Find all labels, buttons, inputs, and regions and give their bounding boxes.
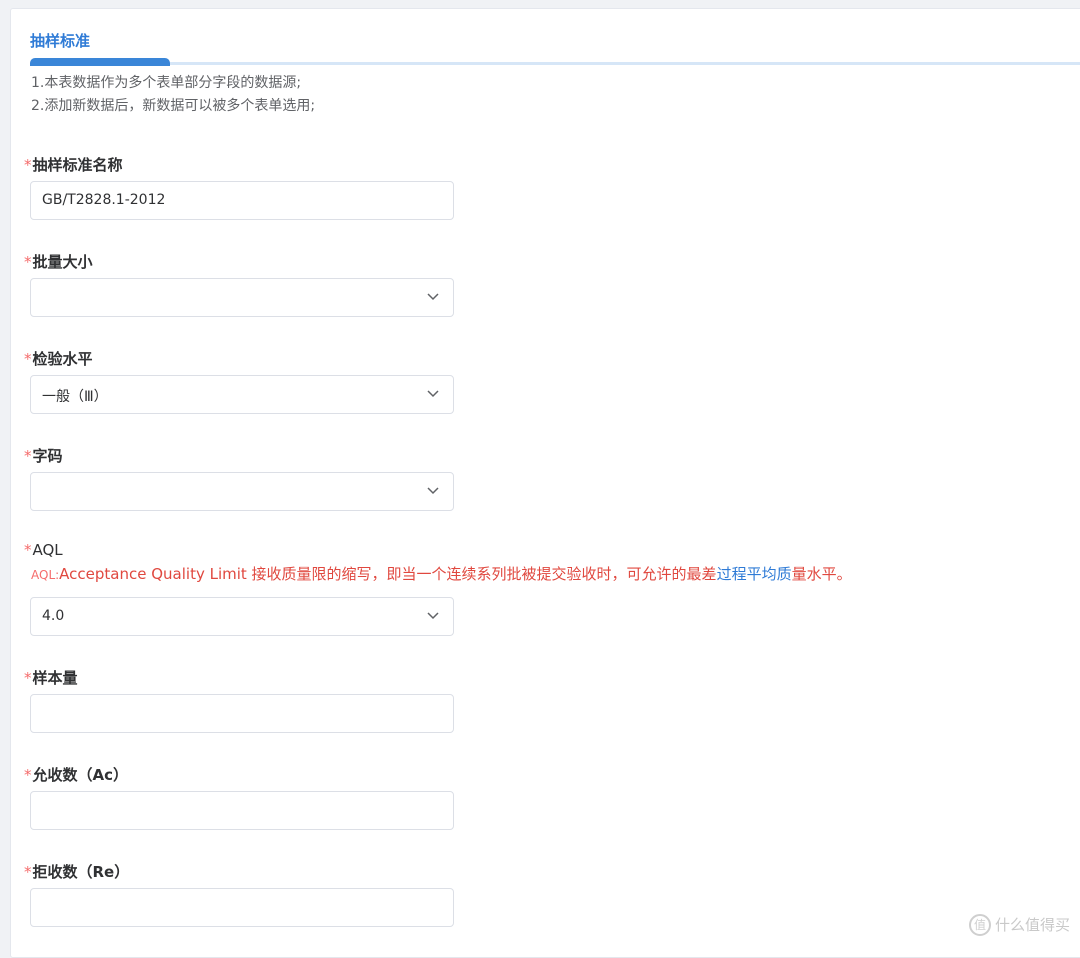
required-mark: * [24,766,32,784]
required-mark: * [24,253,32,271]
watermark-logo-icon: 值 [969,914,991,936]
standard-name-label: *抽样标准名称 [24,154,123,175]
reject-number-label: *拒收数（Re） [24,861,129,882]
chevron-down-icon [425,482,441,498]
accept-number-label-text: 允收数（Ac） [33,766,129,784]
chevron-down-icon [425,288,441,304]
aql-label-text: AQL [33,541,63,559]
inspection-level-select[interactable]: 一般（Ⅲ） [30,375,454,414]
standard-name-input[interactable]: GB/T2828.1-2012 [30,181,454,220]
reject-number-label-text: 拒收数（Re） [33,863,130,881]
aql-select[interactable]: 4.0 [30,597,454,636]
required-mark: * [24,541,32,559]
inspection-level-value: 一般（Ⅲ） [42,386,108,406]
watermark-text: 什么值得买 [995,916,1070,934]
accept-number-input[interactable] [30,791,454,830]
aql-value: 4.0 [42,608,64,624]
aql-description-main: Acceptance Quality Limit 接收质量限的缩写，即当一个连续… [59,565,716,583]
chevron-down-icon [425,385,441,401]
lot-size-label: *批量大小 [24,251,93,272]
standard-name-label-text: 抽样标准名称 [33,156,123,174]
aql-description: AQL:Acceptance Quality Limit 接收质量限的缩写，即当… [31,563,852,584]
sample-size-label-text: 样本量 [33,669,78,687]
aql-description-tail: 量水平。 [792,565,852,583]
standard-name-value: GB/T2828.1-2012 [42,192,165,208]
aql-description-link[interactable]: 过程平均质 [717,565,792,583]
tab-active-indicator [30,58,170,66]
sample-size-input[interactable] [30,694,454,733]
required-mark: * [24,669,32,687]
required-mark: * [24,863,32,881]
code-letter-select[interactable] [30,472,454,511]
tab-underline-track [30,62,1080,65]
code-letter-label: *字码 [24,445,63,466]
lot-size-label-text: 批量大小 [33,253,93,271]
note-line-1: 1.本表数据作为多个表单部分字段的数据源; [31,72,301,92]
tab-sampling-standard[interactable]: 抽样标准 [30,30,90,51]
required-mark: * [24,350,32,368]
chevron-down-icon [425,607,441,623]
sample-size-label: *样本量 [24,667,78,688]
required-mark: * [24,447,32,465]
accept-number-label: *允收数（Ac） [24,764,128,785]
note-line-2: 2.添加新数据后，新数据可以被多个表单选用; [31,95,315,115]
reject-number-input[interactable] [30,888,454,927]
aql-label: *AQL [24,541,63,559]
aql-description-prefix: AQL: [31,568,59,582]
required-mark: * [24,156,32,174]
lot-size-select[interactable] [30,278,454,317]
inspection-level-label-text: 检验水平 [33,350,93,368]
inspection-level-label: *检验水平 [24,348,93,369]
code-letter-label-text: 字码 [33,447,63,465]
watermark: 值什么值得买 [969,914,1070,937]
